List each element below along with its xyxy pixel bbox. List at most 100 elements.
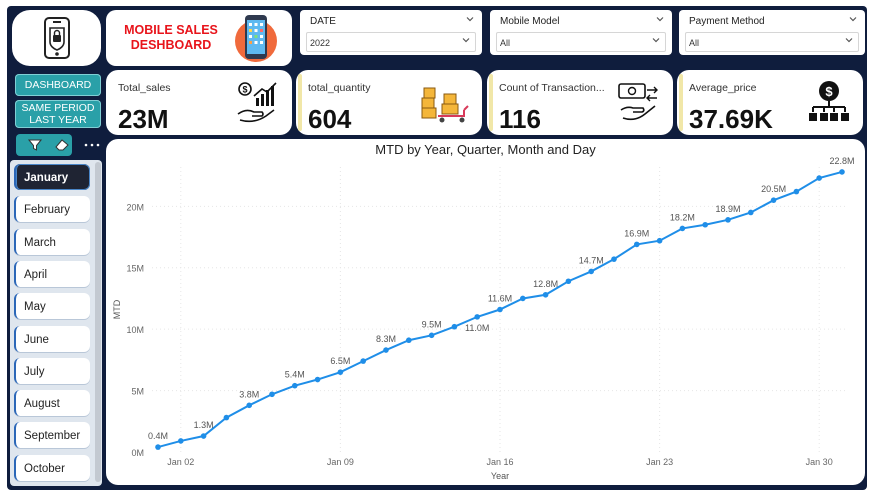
data-point[interactable]: [725, 217, 731, 223]
data-point[interactable]: [337, 369, 344, 375]
data-label: 0.4M: [148, 431, 168, 441]
x-tick-label: Jan 02: [167, 457, 194, 467]
x-tick-label: Jan 16: [486, 457, 513, 467]
payment-method-filter[interactable]: Payment Method All: [679, 10, 865, 55]
month-option-july[interactable]: July: [14, 357, 90, 384]
kpi-accent: [298, 74, 302, 131]
same-period-last-year-button[interactable]: SAME PERIOD LAST YEAR: [15, 100, 101, 128]
x-tick-label: Jan 30: [806, 457, 833, 467]
data-label: 5.4M: [285, 370, 305, 380]
slicer-scrollbar[interactable]: [95, 162, 101, 482]
chevron-down-icon[interactable]: [462, 36, 470, 44]
data-point[interactable]: [428, 332, 435, 339]
data-point[interactable]: [770, 197, 777, 203]
data-point[interactable]: [292, 382, 298, 389]
month-option-september[interactable]: September: [14, 422, 90, 449]
mtd-chart-card: MTD by Year, Quarter, Month and Day 0M 5M…: [106, 139, 865, 485]
data-label: 8.3M: [376, 334, 396, 344]
filter-icon[interactable]: [28, 138, 42, 152]
chevron-down-icon[interactable]: [652, 36, 660, 44]
data-point[interactable]: [656, 237, 663, 244]
month-option-october[interactable]: October: [14, 454, 90, 481]
month-option-february[interactable]: February: [14, 196, 90, 223]
chevron-down-icon[interactable]: [656, 15, 664, 23]
data-point[interactable]: [360, 358, 366, 364]
data-point[interactable]: [383, 347, 389, 353]
data-point[interactable]: [611, 256, 617, 262]
data-point[interactable]: [520, 295, 526, 302]
data-label: 14.7M: [579, 255, 604, 265]
chevron-down-icon[interactable]: [466, 15, 474, 23]
data-point[interactable]: [497, 306, 503, 313]
data-point[interactable]: [565, 278, 572, 285]
dollar-hierarchy-icon: $: [809, 81, 849, 121]
kpi-accent: [489, 74, 493, 131]
month-option-may[interactable]: May: [14, 293, 90, 320]
data-label: 12.8M: [533, 279, 558, 289]
payment-method-label: Payment Method: [689, 16, 765, 27]
data-point[interactable]: [839, 169, 845, 175]
y-tick-label: 5M: [131, 387, 144, 397]
kpi-label: Total_sales: [118, 82, 171, 94]
data-point[interactable]: [679, 225, 686, 232]
data-label: 18.9M: [715, 204, 740, 214]
date-select[interactable]: [306, 32, 476, 52]
data-point[interactable]: [702, 221, 708, 228]
mobile-model-select[interactable]: [496, 32, 666, 52]
data-point[interactable]: [246, 402, 252, 409]
data-point[interactable]: [200, 433, 207, 439]
x-tick-label: Jan 09: [327, 457, 354, 467]
payment-method-select[interactable]: [685, 32, 859, 52]
kpi-value: 116: [499, 104, 541, 134]
data-point[interactable]: [588, 268, 594, 275]
more-options-icon[interactable]: [84, 143, 100, 147]
kpi-accent: [679, 74, 683, 131]
money-growth-hand-icon: $: [237, 82, 277, 123]
data-point[interactable]: [314, 376, 321, 383]
data-label: 1.3M: [194, 420, 214, 430]
data-point[interactable]: [269, 391, 275, 398]
data-point[interactable]: [223, 414, 230, 421]
month-option-january[interactable]: January: [14, 164, 90, 190]
eraser-icon[interactable]: [54, 138, 70, 152]
kpi-label: Count of Transaction...: [499, 82, 605, 94]
cash-transfer-icon: [618, 83, 658, 121]
data-point[interactable]: [748, 209, 754, 216]
data-label: 3.8M: [239, 389, 259, 399]
month-option-april[interactable]: April: [14, 260, 90, 287]
dashboard-button[interactable]: DASHBOARD: [15, 74, 101, 96]
mobile-model-filter[interactable]: Mobile Model All: [490, 10, 672, 55]
boxes-trolley-icon: [421, 87, 469, 123]
month-option-august[interactable]: August: [14, 390, 90, 417]
kpi-label: total_quantity: [308, 82, 371, 94]
data-point[interactable]: [474, 314, 481, 320]
kpi-value: 604: [308, 104, 352, 134]
data-point[interactable]: [542, 291, 549, 298]
data-point[interactable]: [634, 241, 640, 248]
data-point[interactable]: [451, 323, 458, 330]
data-label: 22.8M: [829, 156, 854, 166]
chevron-down-icon[interactable]: [849, 15, 857, 23]
month-option-june[interactable]: June: [14, 325, 90, 352]
data-point[interactable]: [816, 175, 822, 181]
data-label: 16.9M: [624, 228, 649, 238]
data-point[interactable]: [793, 188, 800, 195]
kpi-value: 37.69K: [689, 104, 773, 134]
chevron-down-icon[interactable]: [845, 36, 853, 44]
kpi-average-price: Average_price 37.69K $: [677, 70, 863, 135]
data-label: 9.5M: [422, 319, 442, 329]
y-tick-label: 20M: [126, 202, 144, 212]
y-tick-label: 10M: [126, 325, 144, 335]
data-point[interactable]: [406, 337, 412, 344]
slicer-toolbar: [14, 134, 104, 158]
mtd-line-chart[interactable]: 0M 5M 10M 15M 20M Jan 02 Jan 09 Jan 16 Jan 23 Jan…: [106, 139, 865, 485]
mobile-model-label: Mobile Model: [500, 16, 560, 27]
month-option-march[interactable]: March: [14, 228, 90, 255]
data-point[interactable]: [178, 438, 184, 444]
data-point[interactable]: [155, 444, 161, 450]
date-filter[interactable]: DATE 2022: [300, 10, 482, 55]
smartphone-apps-icon: [235, 15, 277, 62]
y-tick-label: 0M: [131, 448, 144, 458]
data-label: 20.5M: [761, 184, 786, 194]
kpi-total-sales: Total_sales 23M $: [106, 70, 292, 135]
